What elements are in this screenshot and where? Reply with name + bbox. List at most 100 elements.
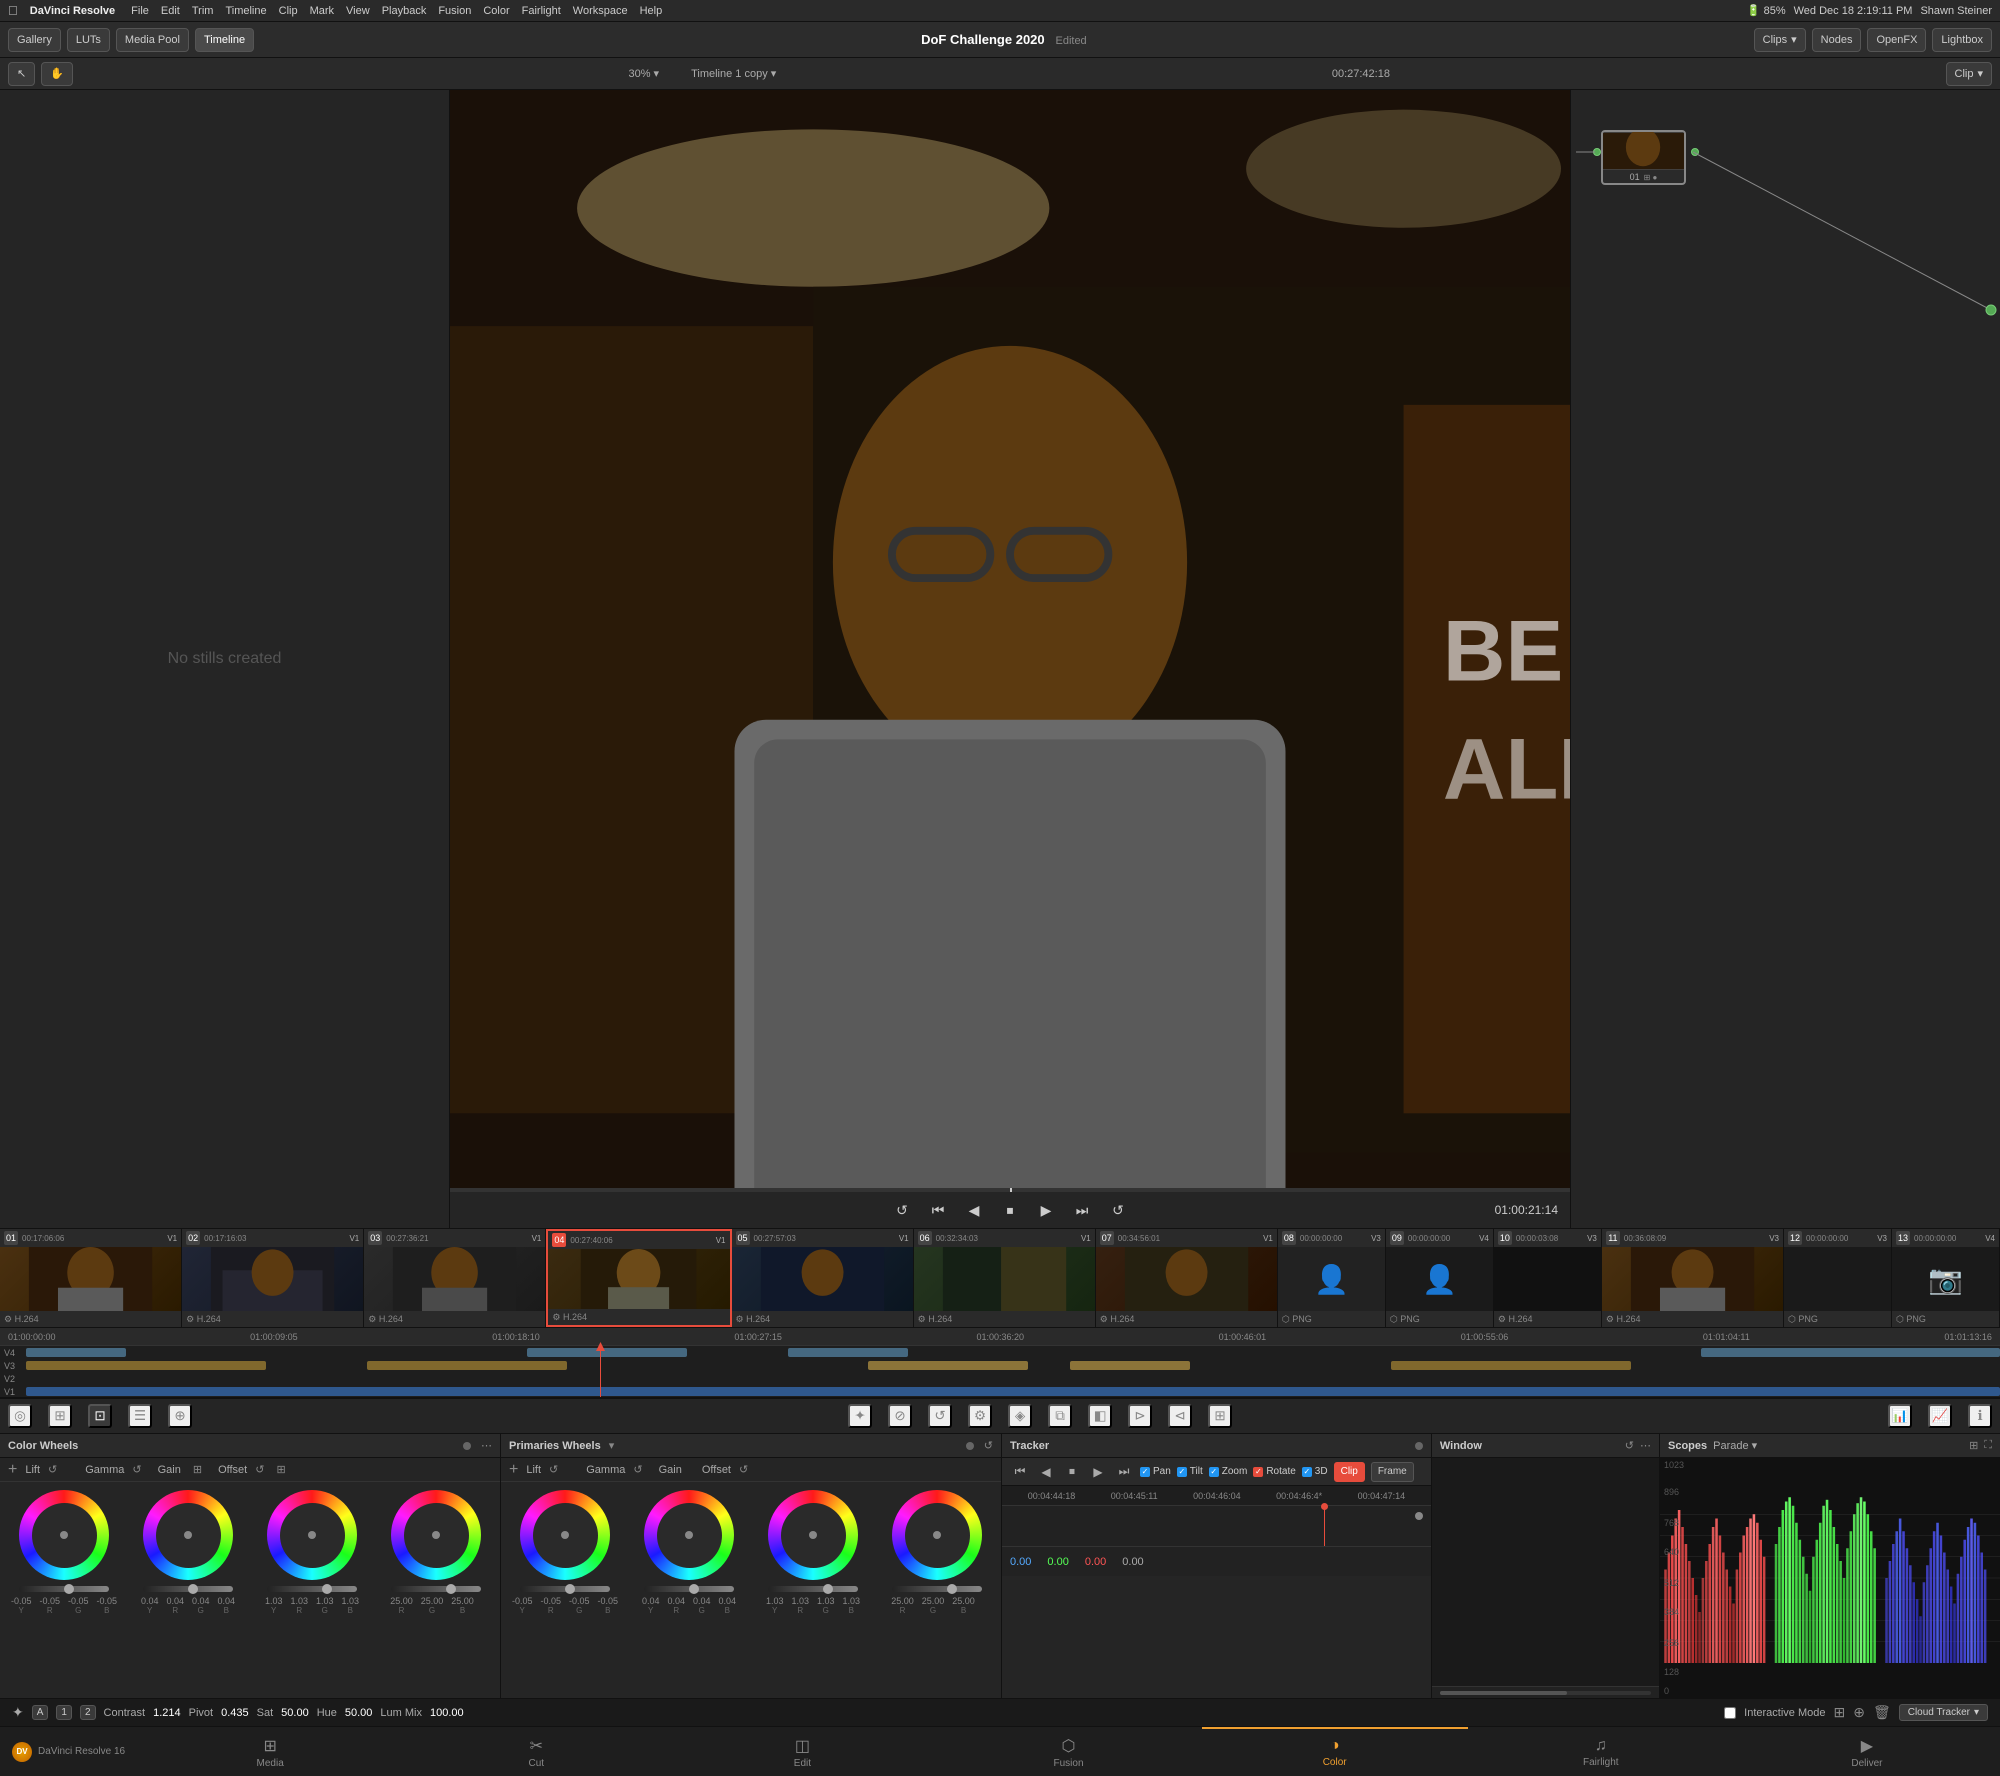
menu-edit[interactable]: Edit <box>161 5 180 17</box>
chart-btn[interactable]: 📈 <box>1928 1404 1952 1428</box>
clip-item-10[interactable]: 10 00:00:03:08 V3 ⚙ H.264 <box>1494 1229 1602 1327</box>
curves-btn[interactable]: ⊞ <box>48 1404 72 1428</box>
offset-wheel[interactable] <box>391 1490 481 1580</box>
wand-status-btn[interactable]: ✦ <box>12 1704 24 1721</box>
mask-btn[interactable]: ◧ <box>1088 1404 1112 1428</box>
tracker-tool-btn[interactable]: ◈ <box>1008 1404 1032 1428</box>
hsl-btn[interactable]: ↺ <box>928 1404 952 1428</box>
menu-mark[interactable]: Mark <box>310 5 334 17</box>
prev-frame-btn[interactable]: ◀ <box>962 1198 986 1222</box>
gallery-btn[interactable]: Gallery <box>8 28 61 52</box>
nav-edit[interactable]: ◫ Edit <box>669 1727 935 1776</box>
next-frame-btn[interactable]: ⏭ <box>1070 1198 1094 1222</box>
wheels-btn[interactable]: ⊡ <box>88 1404 112 1428</box>
interactive-mode-checkbox[interactable] <box>1724 1707 1736 1719</box>
gamma-slider[interactable] <box>143 1586 233 1592</box>
clip-item-03[interactable]: 03 00:27:36:21 V1 ⚙ H.264 <box>364 1229 546 1327</box>
primaries-gamma-reset[interactable]: ↺ <box>633 1463 642 1476</box>
menu-clip[interactable]: Clip <box>279 5 298 17</box>
scopes-expand-btn[interactable]: ⛶ <box>1984 1439 1992 1452</box>
gain-slider[interactable] <box>267 1586 357 1592</box>
tracker-play-btn[interactable]: ▶ <box>1088 1462 1108 1482</box>
nav-color[interactable]: ◑ Color <box>1202 1727 1468 1776</box>
loop-btn[interactable]: ↺ <box>890 1198 914 1222</box>
lift-slider[interactable] <box>19 1586 109 1592</box>
tracker-end-btn[interactable]: ⏭ <box>1114 1462 1134 1482</box>
loop2-btn[interactable]: ↺ <box>1106 1198 1130 1222</box>
tracker-stop-btn[interactable]: ⏹ <box>1062 1462 1082 1482</box>
scopes-type-btn[interactable]: Parade ▾ <box>1713 1439 1757 1452</box>
nodes-btn[interactable]: Nodes <box>1812 28 1862 52</box>
num1-btn[interactable]: 1 <box>56 1705 72 1720</box>
primaries-lift-reset[interactable]: ↺ <box>549 1463 558 1476</box>
clip-item-06[interactable]: 06 00:32:34:03 V1 ⚙ H.264 <box>914 1229 1096 1327</box>
next-node-btn[interactable]: ⊳ <box>1128 1404 1152 1428</box>
window-more-btn[interactable]: ⋯ <box>1640 1439 1651 1452</box>
nav-media[interactable]: ⊞ Media <box>137 1727 403 1776</box>
add-wheel-btn[interactable]: + <box>8 1462 17 1478</box>
nav-cut[interactable]: ✂ Cut <box>403 1727 669 1776</box>
menu-view[interactable]: View <box>346 5 370 17</box>
video-container[interactable]: BE ALP <box>450 90 1570 1192</box>
eyedrop-btn[interactable]: ⊘ <box>888 1404 912 1428</box>
clip-item-08[interactable]: 08 00:00:00:00 V3 👤 ⬡ PNG <box>1278 1229 1386 1327</box>
color-wheels-menu[interactable]: ⋯ <box>481 1439 492 1452</box>
timeline-area[interactable]: 01:00:00:00 01:00:09:05 01:00:18:10 01:0… <box>0 1328 2000 1398</box>
menu-fairlight[interactable]: Fairlight <box>522 5 561 17</box>
effect-btn[interactable]: ⧉ <box>1048 1404 1072 1428</box>
menu-color[interactable]: Color <box>483 5 509 17</box>
lum-mix-value[interactable]: 100.00 <box>430 1707 464 1719</box>
media-pool-btn[interactable]: Media Pool <box>116 28 189 52</box>
rewind-btn[interactable]: ⏮ <box>926 1198 950 1222</box>
camera-raw-btn[interactable]: ⊕ <box>168 1404 192 1428</box>
menu-timeline[interactable]: Timeline <box>225 5 266 17</box>
contrast-value[interactable]: 1.214 <box>153 1707 181 1719</box>
color-tool-btn[interactable]: ◎ <box>8 1404 32 1428</box>
clip-mode[interactable]: Clip ▾ <box>1946 62 1992 86</box>
status-icon-1[interactable]: ⊞ <box>1833 1704 1845 1721</box>
scopes-more-btn[interactable]: ⊞ <box>1969 1439 1978 1452</box>
clips-btn[interactable]: Clips ▾ <box>1754 28 1806 52</box>
pan-btn[interactable]: ✋ <box>41 62 73 86</box>
primaries-offset-reset[interactable]: ↺ <box>739 1463 748 1476</box>
clip-item-13[interactable]: 13 00:00:00:00 V4 📷 ⬡ PNG <box>1892 1229 2000 1327</box>
tracker-clip-btn[interactable]: Clip <box>1334 1462 1365 1482</box>
sat-value[interactable]: 50.00 <box>281 1707 309 1719</box>
wand-btn[interactable]: ✦ <box>848 1404 872 1428</box>
nav-deliver[interactable]: ▶ Deliver <box>1734 1727 2000 1776</box>
gain-wheel[interactable] <box>267 1490 357 1580</box>
info2-btn[interactable]: ℹ <box>1968 1404 1992 1428</box>
a-btn[interactable]: A <box>32 1705 49 1720</box>
status-icon-2[interactable]: ⊕ <box>1853 1704 1865 1721</box>
clip-item-07[interactable]: 07 00:34:56:01 V1 ⚙ H.264 <box>1096 1229 1278 1327</box>
menu-file[interactable]: File <box>131 5 149 17</box>
gamma-reset-btn[interactable]: ↺ <box>132 1463 141 1476</box>
tracker-prev-btn[interactable]: ◀ <box>1036 1462 1056 1482</box>
nav-fairlight[interactable]: ♫ Fairlight <box>1468 1727 1734 1776</box>
openfx-btn[interactable]: OpenFX <box>1867 28 1926 52</box>
lift-wheel[interactable] <box>19 1490 109 1580</box>
offset-reset-btn[interactable]: ↺ <box>255 1463 264 1476</box>
window-refresh-btn[interactable]: ↺ <box>1625 1439 1634 1452</box>
clip-item-02[interactable]: 02 00:17:16:03 V1 ⚙ H.264 <box>182 1229 364 1327</box>
num2-btn[interactable]: 2 <box>80 1705 96 1720</box>
node-area[interactable]: 01 ⊞ ● <box>1571 90 2000 1228</box>
play-btn[interactable]: ▶ <box>1034 1198 1058 1222</box>
pivot-value[interactable]: 0.435 <box>221 1707 249 1719</box>
prev-node-btn[interactable]: ⊲ <box>1168 1404 1192 1428</box>
clip-item-09[interactable]: 09 00:00:00:00 V4 👤 ⬡ PNG <box>1386 1229 1494 1327</box>
menu-trim[interactable]: Trim <box>192 5 214 17</box>
menu-help[interactable]: Help <box>640 5 663 17</box>
status-delete-btn[interactable]: 🗑 <box>1873 1704 1891 1721</box>
luts-btn[interactable]: LUTs <box>67 28 110 52</box>
stop-btn[interactable]: ⏹ <box>998 1198 1022 1222</box>
nav-fusion[interactable]: ⬡ Fusion <box>935 1727 1201 1776</box>
gamma-wheel[interactable] <box>143 1490 233 1580</box>
log-btn[interactable]: ☰ <box>128 1404 152 1428</box>
clip-item-12[interactable]: 12 00:00:00:00 V3 ⬡ PNG <box>1784 1229 1892 1327</box>
menu-playback[interactable]: Playback <box>382 5 427 17</box>
lightbox-btn[interactable]: Lightbox <box>1932 28 1992 52</box>
settings-btn[interactable]: ⚙ <box>968 1404 992 1428</box>
hue-value[interactable]: 50.00 <box>345 1707 373 1719</box>
clip-item-04[interactable]: 04 00:27:40:06 V1 ⚙ H.264 <box>546 1229 731 1327</box>
